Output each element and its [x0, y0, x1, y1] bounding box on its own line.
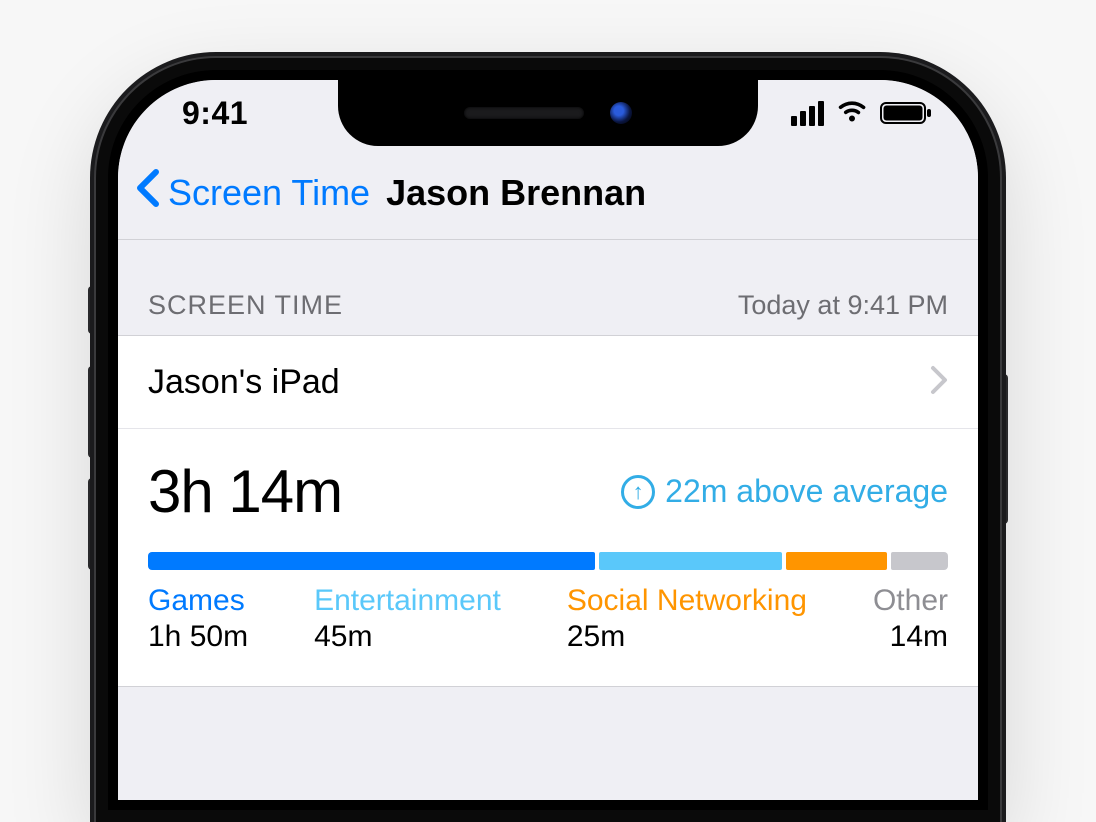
segment-games — [148, 552, 595, 570]
section-header: SCREEN TIME Today at 9:41 PM — [118, 240, 978, 335]
category-time: 25m — [567, 620, 807, 654]
back-button[interactable]: Screen Time — [168, 172, 370, 214]
wifi-icon — [836, 101, 868, 125]
category-time: 45m — [314, 620, 501, 654]
category-legend: Games 1h 50m Entertainment 45m Social Ne… — [148, 584, 948, 654]
status-indicators — [791, 101, 932, 126]
category-name: Social Networking — [567, 584, 807, 618]
device-row[interactable]: Jason's iPad — [118, 335, 978, 429]
device-name: Jason's iPad — [148, 363, 340, 402]
segment-entertainment — [599, 552, 782, 570]
next-section-placeholder — [118, 687, 978, 810]
notch — [338, 80, 758, 146]
phone-frame: 9:41 Screen Time — [96, 58, 1000, 822]
volume-up — [88, 366, 96, 458]
delta-vs-average: ↑ 22m above average — [621, 473, 948, 510]
legend-social: Social Networking 25m — [567, 584, 807, 654]
mute-switch — [88, 286, 96, 334]
legend-entertainment: Entertainment 45m — [314, 584, 501, 654]
usage-summary: 3h 14m ↑ 22m above average Games 1h 5 — [118, 429, 978, 687]
category-name: Other — [873, 584, 948, 618]
battery-icon — [880, 101, 932, 125]
legend-games: Games 1h 50m — [148, 584, 248, 654]
total-time: 3h 14m — [148, 457, 342, 526]
delta-text: 22m above average — [665, 473, 948, 510]
legend-other: Other 14m — [873, 584, 948, 654]
back-chevron-icon[interactable] — [134, 168, 160, 217]
earpiece-speaker — [464, 107, 584, 119]
power-button — [1000, 374, 1008, 524]
section-heading: SCREEN TIME — [148, 290, 343, 321]
nav-bar: Screen Time Jason Brennan — [118, 146, 978, 240]
volume-down — [88, 478, 96, 570]
nav-title: Jason Brennan — [386, 172, 646, 214]
segment-other — [891, 552, 948, 570]
status-time: 9:41 — [182, 95, 248, 132]
segment-social — [786, 552, 888, 570]
phone-mockup: 9:41 Screen Time — [96, 58, 1000, 822]
usage-bar — [148, 552, 948, 570]
category-name: Entertainment — [314, 584, 501, 618]
category-time: 14m — [873, 620, 948, 654]
front-camera — [610, 102, 632, 124]
category-time: 1h 50m — [148, 620, 248, 654]
chevron-right-icon — [930, 360, 948, 405]
category-name: Games — [148, 584, 248, 618]
cellular-icon — [791, 101, 824, 126]
screen: 9:41 Screen Time — [108, 70, 988, 810]
section-timestamp: Today at 9:41 PM — [738, 290, 948, 321]
arrow-up-icon: ↑ — [621, 475, 655, 509]
